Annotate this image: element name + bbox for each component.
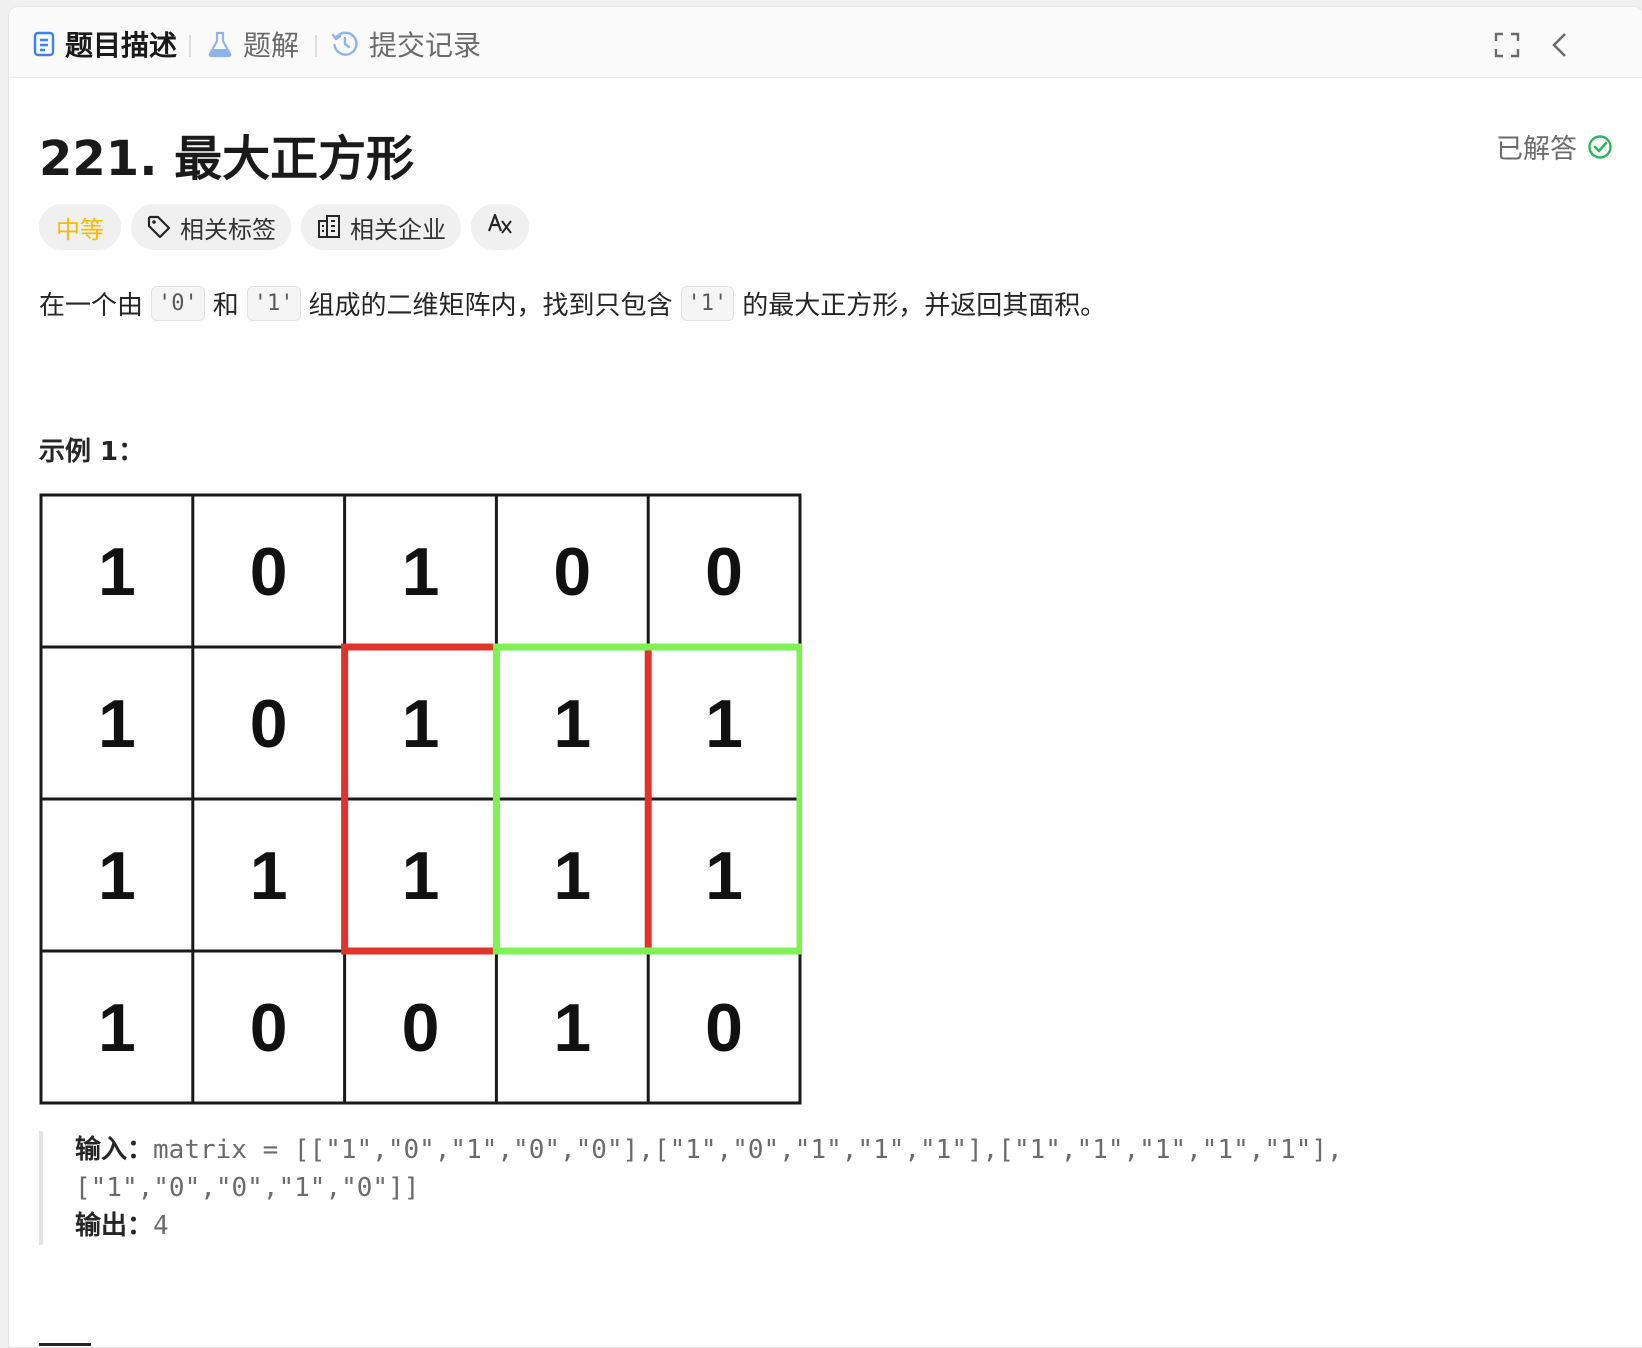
inline-code: '0' xyxy=(151,286,205,321)
desc-text: 和 xyxy=(212,291,239,321)
building-icon xyxy=(316,214,342,240)
output-line: 输出：4 xyxy=(75,1207,1455,1245)
solved-label: 已解答 xyxy=(1496,134,1577,165)
matrix-cell-value: 0 xyxy=(553,534,591,610)
input-value-continued: ["1","0","0","1","0"]] xyxy=(75,1173,420,1203)
matrix-cell-value: 0 xyxy=(250,990,288,1066)
related-tags-label: 相关标签 xyxy=(180,215,276,244)
matrix-cell-value: 0 xyxy=(250,686,288,762)
tab-divider xyxy=(315,35,317,57)
matrix-cell-value: 1 xyxy=(553,990,591,1066)
matrix-grid: 1 0 1 0 0 1 0 1 1 1 1 1 1 1 1 1 0 0 1 0 xyxy=(39,493,804,1105)
output-value: 4 xyxy=(153,1211,169,1241)
problem-description: 在一个由 '0' 和 '1' 组成的二维矩阵内，找到只包含 '1' 的最大正方形… xyxy=(39,285,1106,322)
flask-icon xyxy=(207,30,233,58)
chevron-left-icon[interactable] xyxy=(1549,31,1569,59)
document-icon xyxy=(33,31,55,57)
matrix-cell-value: 1 xyxy=(402,534,440,610)
tab-solutions[interactable]: 题解 xyxy=(207,27,300,62)
matrix-cell-value: 1 xyxy=(402,686,440,762)
tag-icon xyxy=(146,214,172,240)
tab-description-label: 题目描述 xyxy=(65,29,178,62)
matrix-cell-value: 1 xyxy=(553,686,591,762)
tab-description[interactable]: 题目描述 xyxy=(33,27,178,62)
example-title: 示例 1： xyxy=(39,437,145,467)
chip-row: 中等 相关标签 相关企业 xyxy=(39,204,529,250)
tab-submissions-label: 提交记录 xyxy=(369,29,482,62)
tab-solutions-label: 题解 xyxy=(243,29,300,62)
matrix-cell-value: 0 xyxy=(250,534,288,610)
inline-code: '1' xyxy=(246,286,301,321)
related-tags-chip[interactable]: 相关标签 xyxy=(131,204,291,250)
matrix-cell-value: 0 xyxy=(705,990,743,1066)
input-line: 输入：matrix = [["1","0","1","0","0"],["1",… xyxy=(75,1131,1455,1169)
matrix-cell-value: 1 xyxy=(705,838,743,914)
related-companies-chip[interactable]: 相关企业 xyxy=(301,204,461,250)
matrix-cell-value: 1 xyxy=(402,838,440,914)
related-companies-label: 相关企业 xyxy=(350,215,446,244)
matrix-cell-value: 1 xyxy=(553,838,591,914)
matrix-cell-value: 0 xyxy=(705,534,743,610)
translate-icon xyxy=(487,211,513,243)
tab-bar: 题目描述 题解 提交记录 xyxy=(9,7,1642,78)
example-matrix-image: 1 0 1 0 0 1 0 1 1 1 1 1 1 1 1 1 0 0 1 0 xyxy=(39,493,804,1105)
example-io-block: 输入：matrix = [["1","0","1","0","0"],["1",… xyxy=(39,1131,1455,1245)
desc-text: 在一个由 xyxy=(39,291,144,321)
tab-submissions[interactable]: 提交记录 xyxy=(331,27,482,62)
matrix-cell-value: 1 xyxy=(98,838,136,914)
difficulty-badge: 中等 xyxy=(39,204,121,250)
clipped-next-heading xyxy=(39,1341,99,1347)
fullscreen-icon[interactable] xyxy=(1493,31,1521,59)
check-circle-icon xyxy=(1587,134,1613,160)
translate-chip[interactable] xyxy=(471,204,529,250)
output-label: 输出： xyxy=(75,1211,154,1241)
tab-divider xyxy=(189,35,191,57)
desc-text: 组成的二维矩阵内，找到只包含 xyxy=(308,291,673,321)
problem-title: 221. 最大正方形 xyxy=(39,131,415,187)
matrix-cell-value: 1 xyxy=(250,838,288,914)
desc-text: 的最大正方形，并返回其面积。 xyxy=(742,291,1107,321)
difficulty-label: 中等 xyxy=(56,215,104,244)
matrix-cell-value: 1 xyxy=(98,990,136,1066)
inline-code: '1' xyxy=(680,286,735,321)
solved-status: 已解答 xyxy=(1496,127,1613,166)
matrix-cell-value: 1 xyxy=(705,686,743,762)
problem-panel: 题目描述 题解 提交记录 221. 最大正方形 已解答 中等 相关标签 相关企业… xyxy=(8,6,1642,1348)
history-icon xyxy=(331,30,359,58)
matrix-cell-value: 1 xyxy=(98,686,136,762)
input-label: 输入： xyxy=(75,1135,154,1165)
input-line-continued: ["1","0","0","1","0"]] xyxy=(75,1169,1455,1207)
matrix-cell-value: 0 xyxy=(402,990,440,1066)
input-value: matrix = [["1","0","1","0","0"],["1","0"… xyxy=(153,1135,1343,1165)
matrix-cell-value: 1 xyxy=(98,534,136,610)
